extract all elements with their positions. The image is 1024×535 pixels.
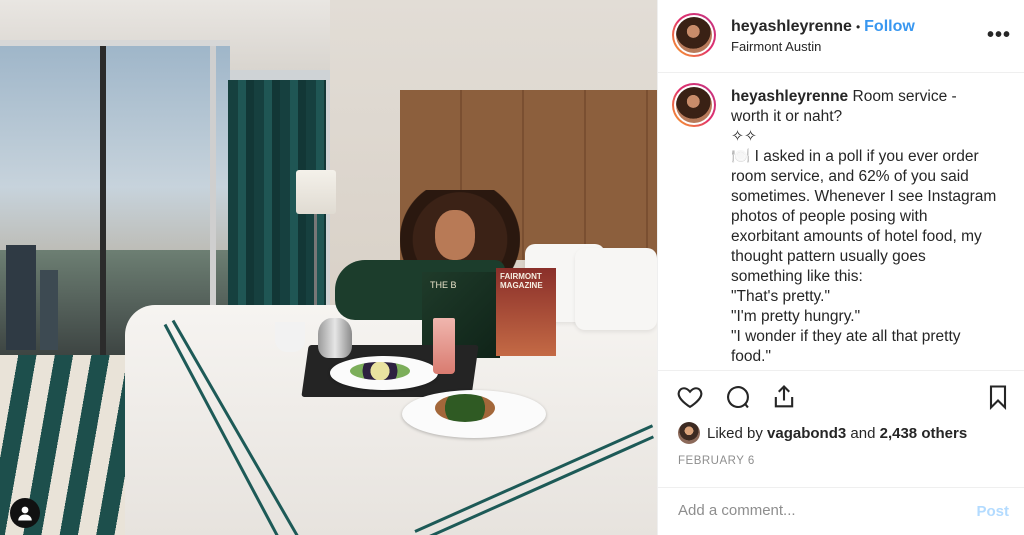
caption-line: ✧✧	[731, 128, 757, 145]
caption-line: sometimes. Whenever I see Instagram	[731, 188, 997, 205]
user-profile-icon-glyph	[18, 506, 32, 521]
magazine-right-title: FAIRMONT MAGAZINE	[500, 272, 543, 290]
follow-button[interactable]: Follow	[864, 18, 915, 36]
bed-stripe	[414, 424, 654, 533]
bed-stripe	[171, 319, 307, 535]
author-username[interactable]: heyashleyrenne	[731, 18, 852, 36]
comment-bar: Post	[658, 487, 1024, 535]
pillow	[575, 248, 657, 330]
coffee-cup	[275, 322, 305, 352]
caption-line: something like this:	[731, 268, 863, 285]
lamp-pole	[314, 214, 317, 314]
post-header: heyashleyrenne • Follow Fairmont Austin …	[658, 0, 1024, 73]
window-frame	[100, 46, 106, 360]
share-icon[interactable]	[770, 383, 800, 413]
fruit	[350, 362, 410, 380]
smoothie-glass	[433, 318, 455, 374]
post-comment-button[interactable]: Post	[976, 503, 1009, 520]
caption-line: 🍽️ I asked in a poll if you ever order	[731, 148, 979, 165]
building	[6, 245, 36, 350]
bookmark-icon[interactable]	[984, 383, 1014, 413]
caption-line: worth it or naht?	[731, 108, 843, 125]
post-photo[interactable]: THE B FAIRMONT MAGAZINE	[0, 0, 657, 535]
floor-lamp	[296, 170, 336, 214]
bed	[125, 305, 657, 535]
caption-section: heyashleyrenne Room service - worth it o…	[658, 73, 1024, 368]
bed-stripe	[163, 323, 289, 535]
caption-text: heyashleyrenne Room service - worth it o…	[731, 87, 1016, 367]
greens	[435, 394, 495, 422]
caption-line: "I wonder if they ate all that pretty	[731, 328, 961, 345]
caption-line: photos of people posing with	[731, 208, 928, 225]
likes-prefix: Liked by	[707, 424, 763, 442]
post-side-panel: heyashleyrenne • Follow Fairmont Austin …	[657, 0, 1024, 535]
caption-line: room service, and 62% of you said	[731, 168, 969, 185]
post-date[interactable]: FEBRUARY 6	[678, 455, 755, 467]
liker-avatar[interactable]	[678, 422, 700, 444]
caption-line: "I'm pretty hungry."	[731, 308, 861, 325]
magazine-right: FAIRMONT MAGAZINE	[496, 268, 556, 356]
comment-icon[interactable]	[724, 383, 754, 413]
more-options-button[interactable]: •••	[987, 24, 1011, 47]
liker-username[interactable]: vagabond3	[767, 425, 846, 442]
heart-icon[interactable]	[676, 383, 706, 413]
likes-others-count[interactable]: 2,438 others	[880, 425, 968, 442]
woman-face	[435, 210, 475, 260]
separator-dot: •	[855, 20, 861, 34]
teapot	[318, 318, 352, 358]
action-bar	[658, 370, 1024, 420]
user-profile-icon[interactable]	[10, 498, 40, 528]
caption-author-avatar[interactable]	[672, 83, 716, 127]
caption-line: exorbitant amounts of hotel food, my	[731, 228, 982, 245]
post-location[interactable]: Fairmont Austin	[731, 39, 821, 54]
likes-summary[interactable]: Liked by vagabond3 and 2,438 others	[678, 422, 967, 444]
magazine-left-title: THE B	[430, 280, 457, 290]
comment-input[interactable]	[678, 502, 958, 519]
bed-stripe	[424, 435, 654, 535]
caption-line: Room service -	[852, 88, 957, 105]
building	[40, 270, 58, 350]
likes-and: and	[850, 424, 876, 442]
author-avatar[interactable]	[672, 13, 716, 57]
caption-author-username[interactable]: heyashleyrenne	[731, 88, 848, 105]
caption-line: "That's pretty."	[731, 288, 830, 305]
caption-line: food."	[731, 348, 771, 365]
caption-line: thought pattern usually goes	[731, 248, 926, 265]
